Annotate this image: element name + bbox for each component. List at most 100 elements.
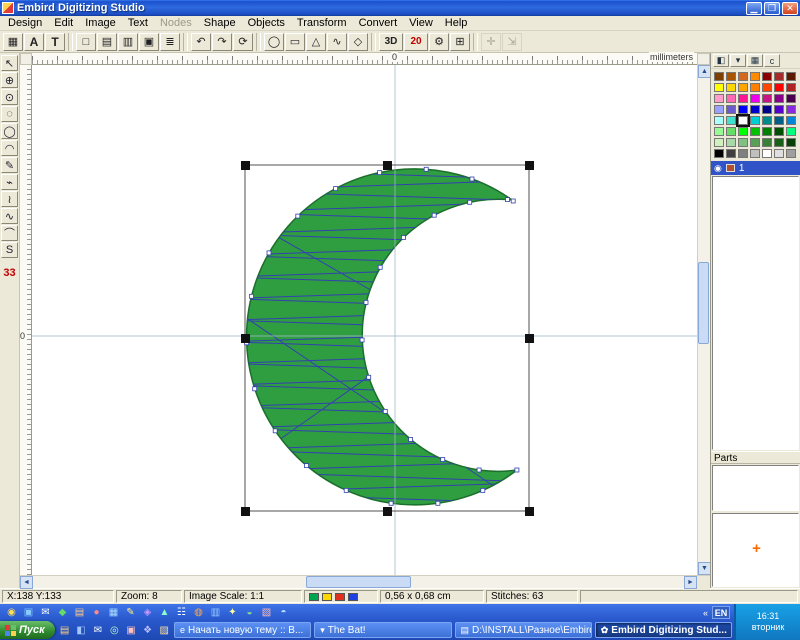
status-thread-swatch[interactable] bbox=[348, 593, 358, 601]
toolbar-wave-shape-button[interactable]: ∿ bbox=[327, 33, 347, 51]
quick-launch-icon[interactable]: ▣ bbox=[21, 606, 36, 620]
taskbar-task-button[interactable]: ▤D:\INSTALL\Разное\Embird bbox=[455, 622, 592, 638]
palette-swatch[interactable] bbox=[750, 127, 760, 136]
quick-launch-icon[interactable]: ◒ bbox=[242, 606, 257, 620]
toolbar-import-file-button[interactable]: ▥ bbox=[118, 33, 138, 51]
palette-swatch[interactable] bbox=[774, 127, 784, 136]
quick-launch-icon[interactable]: ◆ bbox=[55, 606, 70, 620]
toolbar-print-button[interactable]: ≣ bbox=[160, 33, 180, 51]
quick-launch-icon[interactable]: ▨ bbox=[157, 623, 171, 637]
toolbar-node-edit-button[interactable]: ◇ bbox=[348, 33, 368, 51]
toolbar-polygon-shape-button[interactable]: △ bbox=[306, 33, 326, 51]
palette-swatch[interactable] bbox=[774, 116, 784, 125]
palette-swatch[interactable] bbox=[738, 83, 748, 92]
tool-magnifier-button[interactable]: ⊙ bbox=[1, 89, 18, 105]
palette-dropdown-button[interactable]: ▾ bbox=[730, 54, 746, 67]
color-mode-button[interactable]: c bbox=[764, 54, 780, 67]
palette-swatch[interactable] bbox=[774, 105, 784, 114]
title-bar[interactable]: Embird Digitizing Studio ▁ ❐ ✕ bbox=[0, 0, 800, 16]
selection-handle[interactable] bbox=[525, 334, 534, 343]
quick-launch-icon[interactable]: ◈ bbox=[140, 606, 155, 620]
palette-swatch[interactable] bbox=[774, 149, 784, 158]
palette-swatch[interactable] bbox=[786, 83, 796, 92]
tool-lasso-button[interactable]: ◌ bbox=[1, 106, 18, 122]
close-button[interactable]: ✕ bbox=[782, 2, 798, 15]
palette-swatch[interactable] bbox=[786, 149, 796, 158]
palette-swatch[interactable] bbox=[750, 149, 760, 158]
status-thread-swatch[interactable] bbox=[309, 593, 319, 601]
selection-handle[interactable] bbox=[525, 161, 534, 170]
palette-swatch[interactable] bbox=[726, 127, 736, 136]
palette-swatch[interactable] bbox=[714, 138, 724, 147]
selection-handle[interactable] bbox=[525, 507, 534, 516]
quick-launch-icon[interactable]: ▣ bbox=[124, 623, 138, 637]
selection-handle[interactable] bbox=[241, 507, 250, 516]
palette-swatch[interactable] bbox=[774, 83, 784, 92]
palette-swatch[interactable] bbox=[738, 149, 748, 158]
object-list[interactable] bbox=[712, 176, 799, 450]
quick-launch-icon[interactable]: ▲ bbox=[157, 606, 172, 620]
toolbar-redo-button[interactable]: ↷ bbox=[212, 33, 232, 51]
toolbar-refresh-button[interactable]: ⟳ bbox=[233, 33, 253, 51]
tool-ellipse-tool-button[interactable]: ◯ bbox=[1, 123, 18, 139]
tool-stitch-tool-button[interactable]: ⌁ bbox=[1, 174, 18, 190]
crescent-design-object[interactable] bbox=[247, 169, 517, 505]
palette-swatch[interactable] bbox=[762, 127, 772, 136]
scroll-right-icon[interactable]: ► bbox=[684, 576, 697, 589]
selection-handle[interactable] bbox=[383, 161, 392, 170]
menu-shape[interactable]: Shape bbox=[198, 17, 242, 29]
taskbar-task-button[interactable]: ✿Embird Digitizing Stud... bbox=[595, 622, 732, 638]
menu-text[interactable]: Text bbox=[122, 17, 154, 29]
vertical-scrollbar[interactable]: ▲ ▼ bbox=[697, 65, 710, 575]
palette-swatch[interactable] bbox=[714, 83, 724, 92]
selection-handle[interactable] bbox=[241, 161, 250, 170]
palette-swatch[interactable] bbox=[786, 138, 796, 147]
vscroll-thumb[interactable] bbox=[698, 262, 709, 344]
toolbar-new-file-button[interactable]: □ bbox=[76, 33, 96, 51]
palette-swatch[interactable] bbox=[738, 72, 748, 81]
palette-swatch[interactable] bbox=[714, 94, 724, 103]
menu-design[interactable]: Design bbox=[2, 17, 48, 29]
taskbar-task-button[interactable]: eНачать новую тему :: В... bbox=[174, 622, 311, 638]
palette-swatch[interactable] bbox=[714, 149, 724, 158]
menu-convert[interactable]: Convert bbox=[353, 17, 404, 29]
toolbar-ellipse-shape-button[interactable]: ◯ bbox=[264, 33, 284, 51]
minimize-button[interactable]: ▁ bbox=[746, 2, 762, 15]
taskbar-task-button[interactable]: ▾The Bat! bbox=[314, 622, 451, 638]
quick-launch-icon[interactable]: ▥ bbox=[208, 606, 223, 620]
horizontal-scrollbar[interactable]: ◄ ► bbox=[20, 575, 710, 588]
quick-launch-icon[interactable]: ▤ bbox=[58, 623, 72, 637]
quick-launch-icon[interactable]: ◎ bbox=[108, 623, 122, 637]
tool-select-button[interactable]: ↖ bbox=[1, 55, 18, 71]
palette-swatch[interactable] bbox=[726, 94, 736, 103]
toolbar-rect-shape-button[interactable]: ▭ bbox=[285, 33, 305, 51]
palette-swatch[interactable] bbox=[786, 127, 796, 136]
hscroll-thumb[interactable] bbox=[306, 576, 410, 588]
tool-squiggle-tool-button[interactable]: ≀ bbox=[1, 191, 18, 207]
palette-swatch[interactable] bbox=[750, 94, 760, 103]
toolbar-open-file-button[interactable]: ▤ bbox=[97, 33, 117, 51]
palette-swatch[interactable] bbox=[762, 105, 772, 114]
toolbar-text-t-button[interactable]: T bbox=[45, 33, 65, 51]
toolbar-save-file-button[interactable]: ▣ bbox=[139, 33, 159, 51]
palette-swatch[interactable] bbox=[714, 127, 724, 136]
tool-curve-tool-button[interactable]: ⌒ bbox=[1, 225, 18, 241]
vscroll-track[interactable] bbox=[698, 78, 710, 562]
palette-swatch[interactable] bbox=[762, 138, 772, 147]
palette-swatch[interactable] bbox=[714, 105, 724, 114]
palette-swatch[interactable] bbox=[726, 72, 736, 81]
palette-swatch[interactable] bbox=[774, 72, 784, 81]
toolbar-pattern-grid-button[interactable]: ▦ bbox=[3, 33, 23, 51]
palette-swatch[interactable] bbox=[774, 94, 784, 103]
menu-nodes[interactable]: Nodes bbox=[154, 17, 198, 29]
status-thread-swatch[interactable] bbox=[322, 593, 332, 601]
palette-swatch[interactable] bbox=[786, 72, 796, 81]
scroll-left-icon[interactable]: ◄ bbox=[20, 576, 33, 589]
menu-objects[interactable]: Objects bbox=[242, 17, 291, 29]
toolbar-view-3d-button[interactable]: 3D bbox=[379, 33, 403, 51]
chevron-collapse-icon[interactable]: « bbox=[701, 608, 710, 618]
palette-swatch[interactable] bbox=[762, 149, 772, 158]
quick-launch-icon[interactable]: ✉ bbox=[91, 623, 105, 637]
quick-launch-icon[interactable]: ▤ bbox=[72, 606, 87, 620]
toolbar-stitch-density-button[interactable]: 20 bbox=[404, 33, 428, 51]
